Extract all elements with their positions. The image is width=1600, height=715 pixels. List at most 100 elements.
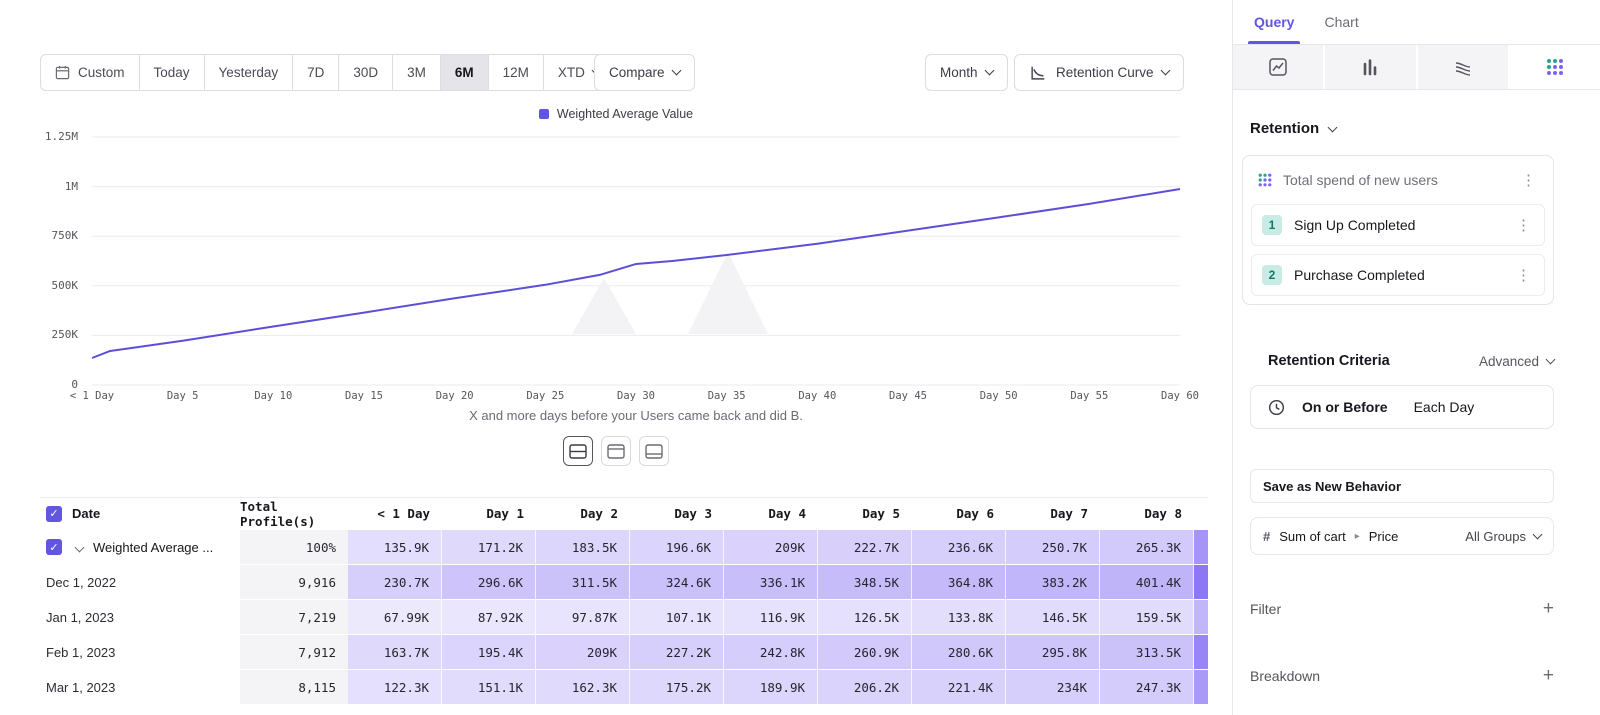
x-axis-tick: Day 35 (708, 390, 746, 402)
step-row-1[interactable]: 1 Sign Up Completed ⋮ (1251, 204, 1545, 246)
section-label: Retention (1250, 120, 1319, 137)
column-header-day-4[interactable]: Day 4 (724, 498, 818, 530)
retention-value-cell: 116.9K (724, 600, 818, 635)
retention-icon-tab[interactable] (1510, 45, 1600, 89)
clock-icon (1267, 398, 1286, 417)
retention-value-cell: 280.6K (912, 635, 1006, 670)
behavior-card-header: Total spend of new users ⋮ (1243, 156, 1553, 204)
retention-behavior-icon (1257, 172, 1273, 188)
retention-value-cell: 222.7K (818, 530, 912, 565)
row-checkbox[interactable]: ✓ (46, 539, 62, 555)
timing-interval-label: Each Day (1414, 399, 1475, 415)
column-header-day-8[interactable]: Day 8 (1100, 498, 1194, 530)
column-header-day-1[interactable]: Day 1 (442, 498, 536, 530)
behavior-more-options-icon[interactable]: ⋮ (1518, 171, 1539, 189)
save-behavior-button[interactable]: Save as New Behavior (1250, 469, 1554, 503)
x-axis-tick: Day 40 (798, 390, 836, 402)
y-axis-tick: 1M (26, 180, 78, 193)
column-header-day-7[interactable]: Day 7 (1006, 498, 1100, 530)
expand-chevron-icon[interactable] (76, 544, 83, 551)
column-header-overflow (1194, 498, 1208, 530)
retention-value-cell: 122.3K (348, 670, 442, 705)
insights-icon-tab[interactable] (1233, 45, 1323, 89)
x-axis-tick: Day 50 (980, 390, 1018, 402)
retention-value-cell: 206.2K (818, 670, 912, 705)
step-row-2[interactable]: 2 Purchase Completed ⋮ (1251, 254, 1545, 296)
total-profiles-cell: 100% (240, 530, 348, 565)
row-label-cell: Feb 1, 2023 (40, 635, 240, 670)
retention-value-cell: 107.1K (630, 600, 724, 635)
retention-value-cell: 230.7K (348, 565, 442, 600)
chevron-down-icon (1533, 530, 1543, 540)
select-all-checkbox[interactable]: ✓ (46, 506, 62, 522)
column-header-day-2[interactable]: Day 2 (536, 498, 630, 530)
funnels-icon-tab[interactable] (1325, 45, 1415, 89)
filter-section: Filter + (1250, 599, 1554, 618)
flows-icon-tab[interactable] (1418, 45, 1508, 89)
layout-table-toggle[interactable] (639, 436, 669, 466)
criteria-label: Retention Criteria (1268, 353, 1390, 369)
layout-chart-toggle[interactable] (601, 436, 631, 466)
column-header-1-day[interactable]: < 1 Day (348, 498, 442, 530)
retention-value-cell: 221.4K (912, 670, 1006, 705)
flows-icon (1453, 57, 1473, 77)
sidebar-tabs: Query Chart (1233, 0, 1600, 45)
retention-table: ✓DateTotal Profile(s)< 1 DayDay 1Day 2Da… (40, 497, 1208, 705)
retention-value-cell: 151.1K (442, 670, 536, 705)
retention-section-dropdown[interactable]: Retention (1250, 120, 1554, 137)
retention-timing-control[interactable]: On or Before Each Day (1250, 385, 1554, 429)
add-breakdown-button[interactable]: + (1543, 666, 1554, 685)
row-label-cell: Mar 1, 2023 (40, 670, 240, 705)
advanced-dropdown[interactable]: Advanced (1479, 354, 1554, 369)
query-sidebar: Query Chart Retention (1232, 0, 1600, 715)
tab-query[interactable]: Query (1254, 0, 1294, 44)
total-profiles-cell: 7,219 (240, 600, 348, 635)
retention-value-cell: 324.6K (630, 565, 724, 600)
retention-value-cell: 336.1K (724, 565, 818, 600)
column-header-date[interactable]: ✓Date (40, 498, 240, 530)
retention-value-cell: 135.9K (348, 530, 442, 565)
insights-icon (1268, 57, 1288, 77)
retention-value-cell: 236.6K (912, 530, 1006, 565)
retention-value-cell: 247.3K (1100, 670, 1194, 705)
retention-value-cell: 163.7K (348, 635, 442, 670)
column-header-day-5[interactable]: Day 5 (818, 498, 912, 530)
groups-dropdown[interactable]: All Groups (1465, 529, 1541, 544)
x-axis-tick: Day 55 (1070, 390, 1108, 402)
x-axis-tick: Day 15 (345, 390, 383, 402)
retention-value-cell: 126.5K (818, 600, 912, 635)
y-axis-tick: 1.25M (26, 130, 78, 143)
retention-value-cell: 209K (724, 530, 818, 565)
retention-value-cell: 250.7K (1006, 530, 1100, 565)
step-event-label: Purchase Completed (1294, 267, 1501, 283)
step-more-options-icon[interactable]: ⋮ (1513, 216, 1534, 234)
column-header-total-profile-s[interactable]: Total Profile(s) (240, 498, 348, 530)
table-row: ✓Weighted Average ...100%135.9K171.2K183… (40, 530, 1208, 565)
layout-split-toggle[interactable] (563, 436, 593, 466)
overflow-cell (1194, 670, 1208, 705)
retention-value-cell: 171.2K (442, 530, 536, 565)
tab-chart[interactable]: Chart (1324, 0, 1358, 44)
retention-icon (1545, 57, 1565, 77)
funnels-icon (1360, 57, 1380, 77)
measure-control[interactable]: # Sum of cart ▸ Price All Groups (1250, 517, 1554, 555)
retention-value-cell: 364.8K (912, 565, 1006, 600)
column-header-day-6[interactable]: Day 6 (912, 498, 1006, 530)
retention-value-cell: 67.99K (348, 600, 442, 635)
step-more-options-icon[interactable]: ⋮ (1513, 266, 1534, 284)
total-profiles-cell: 8,115 (240, 670, 348, 705)
add-filter-button[interactable]: + (1543, 599, 1554, 618)
row-label-cell: ✓Weighted Average ... (40, 530, 240, 565)
x-axis-tick: < 1 Day (70, 390, 114, 402)
x-axis-tick: Day 30 (617, 390, 655, 402)
x-axis-tick: Day 60 (1161, 390, 1199, 402)
advanced-label: Advanced (1479, 354, 1539, 369)
retention-value-cell: 133.8K (912, 600, 1006, 635)
row-label-cell: Jan 1, 2023 (40, 600, 240, 635)
y-axis-tick: 250K (26, 328, 78, 341)
retention-value-cell: 242.8K (724, 635, 818, 670)
retention-value-cell: 159.5K (1100, 600, 1194, 635)
column-header-day-3[interactable]: Day 3 (630, 498, 724, 530)
retention-criteria-row: Retention Criteria Advanced (1250, 353, 1554, 369)
retention-value-cell: 295.8K (1006, 635, 1100, 670)
